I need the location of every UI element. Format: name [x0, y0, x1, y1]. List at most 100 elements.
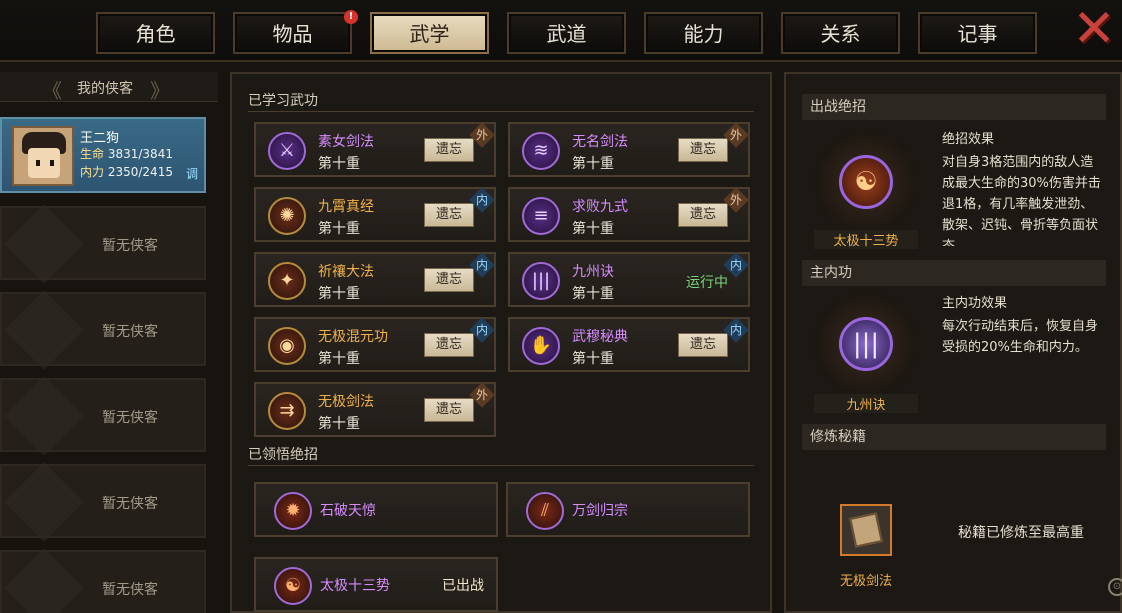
forget-button[interactable]: 遗忘: [424, 138, 474, 162]
forget-button[interactable]: 遗忘: [678, 333, 728, 357]
tab-3[interactable]: 武道: [507, 12, 626, 54]
empty-slot[interactable]: 暂无侠客: [0, 548, 206, 613]
empty-slot[interactable]: 暂无侠客: [0, 376, 206, 456]
next-arrow-icon[interactable]: 》: [150, 75, 170, 104]
character-name: 王二狗: [80, 131, 120, 146]
tab-5[interactable]: 关系: [781, 12, 900, 54]
move-icon: ✹: [274, 492, 312, 530]
empty-slot[interactable]: 暂无侠客: [0, 290, 206, 370]
avatar: [12, 126, 74, 186]
skill-name: 求败九式: [572, 199, 628, 215]
skill-level: 第十重: [318, 221, 360, 237]
sidebar-title: 我的侠客: [77, 81, 133, 97]
skill-level: 第十重: [318, 156, 360, 172]
ult-emblem: ☯: [814, 130, 918, 234]
move-name: 石破天惊: [320, 503, 376, 519]
skill-name: 无名剑法: [572, 134, 628, 150]
skill-level: 第十重: [572, 351, 614, 367]
skill-level: 第十重: [572, 221, 614, 237]
empty-slot[interactable]: 暂无侠客: [0, 462, 206, 542]
character-card[interactable]: 王二狗 生命 3831/3841 内力 2350/2415 调: [0, 117, 206, 193]
skill-card[interactable]: ||| 九州诀 第十重 运行中内: [508, 252, 750, 307]
forget-button[interactable]: 遗忘: [424, 333, 474, 357]
skill-icon: ⇉: [268, 392, 306, 430]
skill-icon: ◉: [268, 327, 306, 365]
skill-name: 武穆秘典: [572, 329, 628, 345]
skill-icon: ✦: [268, 262, 306, 300]
detail-panel: 出战绝招 ☯ 太极十三势 绝招效果 对自身3格范围内的敌人造成最大生命的30%伤…: [784, 72, 1122, 613]
skill-card[interactable]: ⚔ 素女剑法 第十重 遗忘外: [254, 122, 496, 177]
skill-name: 九州诀: [572, 264, 614, 280]
skill-card[interactable]: ✋ 武穆秘典 第十重 遗忘内: [508, 317, 750, 372]
move-card[interactable]: ☯ 太极十三势 已出战: [254, 557, 498, 612]
move-name: 太极十三势: [320, 578, 390, 594]
skills-panel: 已学习武功 已领悟绝招 ⚔ 素女剑法 第十重 遗忘外 ≋ 无名剑法 第十重 遗忘外 ✺ 九霄真经第…: [230, 72, 772, 613]
forget-button[interactable]: 遗忘: [424, 203, 474, 227]
skill-icon: ✺: [268, 197, 306, 235]
book-icon[interactable]: [840, 504, 892, 556]
main-head: 主内功: [802, 260, 1106, 286]
empty-slot[interactable]: 暂无侠客: [0, 204, 206, 284]
ult-effect-text: 对自身3格范围内的敌人造成最大生命的30%伤害并击退1格，有几率触发泄劲、散架、…: [942, 155, 1101, 246]
character-tag: 调: [186, 167, 199, 181]
skill-name: 九霄真经: [318, 199, 374, 215]
skill-level: 第十重: [318, 351, 360, 367]
tab-bar: 角色 物品! 武学 武道 能力 关系 记事: [96, 10, 1037, 54]
skill-card[interactable]: ✺ 九霄真经 第十重 遗忘内: [254, 187, 496, 242]
skill-card[interactable]: ≋ 无名剑法 第十重 遗忘外: [508, 122, 750, 177]
tab-2[interactable]: 武学: [370, 12, 489, 54]
skill-level: 第十重: [318, 286, 360, 302]
character-mp: 内力 2350/2415: [80, 165, 173, 179]
tab-0[interactable]: 角色: [96, 12, 215, 54]
running-status: 运行中: [686, 275, 728, 291]
tab-6[interactable]: 记事: [918, 12, 1037, 54]
ult-effect-title: 绝招效果: [942, 132, 995, 147]
move-card[interactable]: ✹ 石破天惊: [254, 482, 498, 537]
skill-icon: ≡: [522, 197, 560, 235]
forget-button[interactable]: 遗忘: [424, 398, 474, 422]
skill-card[interactable]: ◉ 无极混元功 第十重 遗忘内: [254, 317, 496, 372]
tab-1[interactable]: 物品!: [233, 10, 358, 54]
sidebar-header: 《 我的侠客 》: [0, 72, 218, 104]
forget-button[interactable]: 遗忘: [424, 268, 474, 292]
skill-level: 第十重: [572, 286, 614, 302]
taiji-icon: ☯: [839, 155, 893, 209]
character-hp: 生命 3831/3841: [80, 147, 173, 161]
skill-name: 祈禳大法: [318, 264, 374, 280]
skill-icon: ≋: [522, 132, 560, 170]
main-emblem: |||: [814, 292, 918, 396]
prev-arrow-icon[interactable]: 《: [42, 75, 62, 104]
book-head: 修炼秘籍: [802, 424, 1106, 450]
skill-card[interactable]: ✦ 祈禳大法 第十重 遗忘内: [254, 252, 496, 307]
move-icon: ⫽: [526, 492, 564, 530]
main-effect-text: 每次行动结束后，恢复自身受损的20%生命和内力。: [942, 319, 1099, 355]
skill-name: 无极混元功: [318, 329, 388, 345]
skill-name: 素女剑法: [318, 134, 374, 150]
skill-icon: |||: [522, 262, 560, 300]
move-state: 已出战: [442, 578, 484, 594]
move-card[interactable]: ⫽ 万剑归宗: [506, 482, 750, 537]
close-icon[interactable]: ✕: [1070, 3, 1118, 55]
skill-icon: ✋: [522, 327, 560, 365]
main-effect-title: 主内功效果: [942, 296, 1008, 311]
jiuzhou-icon: |||: [839, 317, 893, 371]
forget-button[interactable]: 遗忘: [678, 138, 728, 162]
book-status: 秘籍已修炼至最高重: [958, 525, 1084, 541]
tab-4[interactable]: 能力: [644, 12, 763, 54]
learned-title: 已学习武功: [248, 93, 318, 109]
skill-level: 第十重: [318, 416, 360, 432]
skill-name: 无极剑法: [318, 394, 374, 410]
book-name: 无极剑法: [839, 574, 892, 589]
skill-icon: ⚔: [268, 132, 306, 170]
sidebar: 《 我的侠客 》 王二狗 生命 3831/3841 内力 2350/2415 调…: [0, 72, 218, 613]
moves-title: 已领悟绝招: [248, 447, 318, 463]
alert-icon: !: [344, 10, 358, 24]
skill-card[interactable]: ⇉ 无极剑法 第十重 遗忘外: [254, 382, 496, 437]
ult-name: 太极十三势: [814, 230, 918, 249]
settings-icon[interactable]: ⊙: [1108, 578, 1122, 596]
move-icon: ☯: [274, 567, 312, 605]
ult-head: 出战绝招: [802, 94, 1106, 120]
forget-button[interactable]: 遗忘: [678, 203, 728, 227]
move-name: 万剑归宗: [572, 503, 628, 519]
skill-card[interactable]: ≡ 求败九式 第十重 遗忘外: [508, 187, 750, 242]
